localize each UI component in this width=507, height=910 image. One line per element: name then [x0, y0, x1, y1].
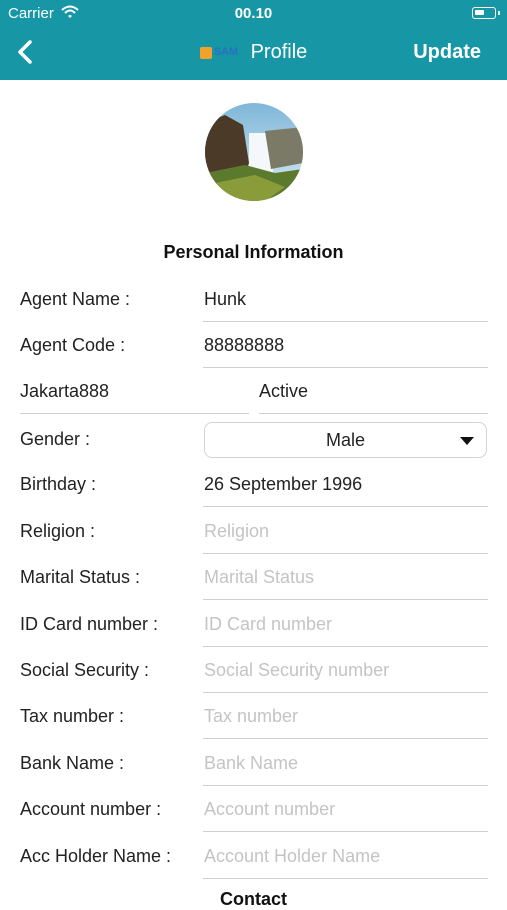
- account-label: Account number :: [20, 799, 162, 819]
- branch-status-row: Jakarta888 Active: [0, 372, 507, 418]
- divider: [203, 738, 488, 739]
- birthday-row: Birthday : 26 September 1996: [0, 465, 507, 511]
- battery-icon: [472, 7, 500, 19]
- branch-field[interactable]: Jakarta888: [20, 381, 109, 402]
- divider: [259, 413, 488, 414]
- social-security-label: Social Security :: [20, 660, 150, 680]
- agent-code-row: Agent Code : 88888888: [0, 326, 507, 372]
- avatar-photo: [205, 103, 303, 201]
- religion-label: Religion :: [20, 521, 96, 541]
- divider: [20, 413, 249, 414]
- agent-name-field[interactable]: Hunk: [204, 289, 246, 310]
- holder-row: Acc Holder Name : Account Holder Name: [0, 837, 507, 883]
- gender-label: Gender :: [20, 429, 91, 449]
- marital-field[interactable]: Marital Status: [204, 567, 314, 588]
- holder-field[interactable]: Account Holder Name: [204, 846, 380, 867]
- divider: [203, 553, 488, 554]
- avatar[interactable]: [205, 103, 303, 201]
- caret-down-icon: [460, 437, 474, 445]
- agent-name-label: Agent Name :: [20, 289, 131, 309]
- agent-name-row: Agent Name : Hunk: [0, 280, 507, 326]
- divider: [203, 785, 488, 786]
- marital-row: Marital Status : Marital Status: [0, 558, 507, 604]
- tax-row: Tax number : Tax number: [0, 697, 507, 743]
- birthday-label: Birthday :: [20, 474, 97, 494]
- nav-bar: SAM Profile Update: [0, 28, 507, 80]
- sam-logo: SAM: [199, 46, 239, 59]
- marital-label: Marital Status :: [20, 567, 141, 587]
- tax-label: Tax number :: [20, 706, 125, 726]
- agent-code-label: Agent Code :: [20, 335, 126, 355]
- gender-dropdown[interactable]: Male: [204, 422, 487, 458]
- status-field[interactable]: Active: [259, 381, 308, 402]
- divider: [203, 599, 488, 600]
- section-title-personal: Personal Information: [163, 242, 344, 262]
- divider: [203, 321, 488, 322]
- account-row: Account number : Account number: [0, 790, 507, 836]
- social-security-row: Social Security : Social Security number: [0, 651, 507, 697]
- bank-label: Bank Name :: [20, 753, 125, 773]
- divider: [203, 692, 488, 693]
- tax-field[interactable]: Tax number: [204, 706, 298, 727]
- bank-row: Bank Name : Bank Name: [0, 744, 507, 790]
- id-card-row: ID Card number : ID Card number: [0, 605, 507, 651]
- birthday-field[interactable]: 26 September 1996: [204, 474, 362, 495]
- divider: [203, 831, 488, 832]
- divider: [203, 878, 488, 879]
- gender-selected: Male: [325, 430, 365, 450]
- account-field[interactable]: Account number: [204, 799, 335, 820]
- bank-field[interactable]: Bank Name: [204, 753, 298, 774]
- divider: [203, 367, 488, 368]
- agent-code-field[interactable]: 88888888: [204, 335, 284, 356]
- status-bar: Carrier 00.10: [0, 0, 507, 28]
- update-button[interactable]: Update: [413, 41, 481, 64]
- clock: 00.10: [234, 5, 273, 22]
- id-card-field[interactable]: ID Card number: [204, 614, 332, 635]
- logo-mark-icon: [199, 46, 212, 59]
- divider: [203, 506, 488, 507]
- religion-field[interactable]: Religion: [204, 521, 269, 542]
- holder-label: Acc Holder Name :: [20, 846, 172, 866]
- page-title: Profile: [250, 41, 308, 63]
- religion-row: Religion : Religion: [0, 512, 507, 558]
- id-card-label: ID Card number :: [20, 614, 159, 634]
- logo-text: SAM: [213, 46, 239, 59]
- divider: [203, 646, 488, 647]
- gender-row: Gender : Male: [0, 420, 507, 466]
- social-security-field[interactable]: Social Security number: [204, 660, 389, 681]
